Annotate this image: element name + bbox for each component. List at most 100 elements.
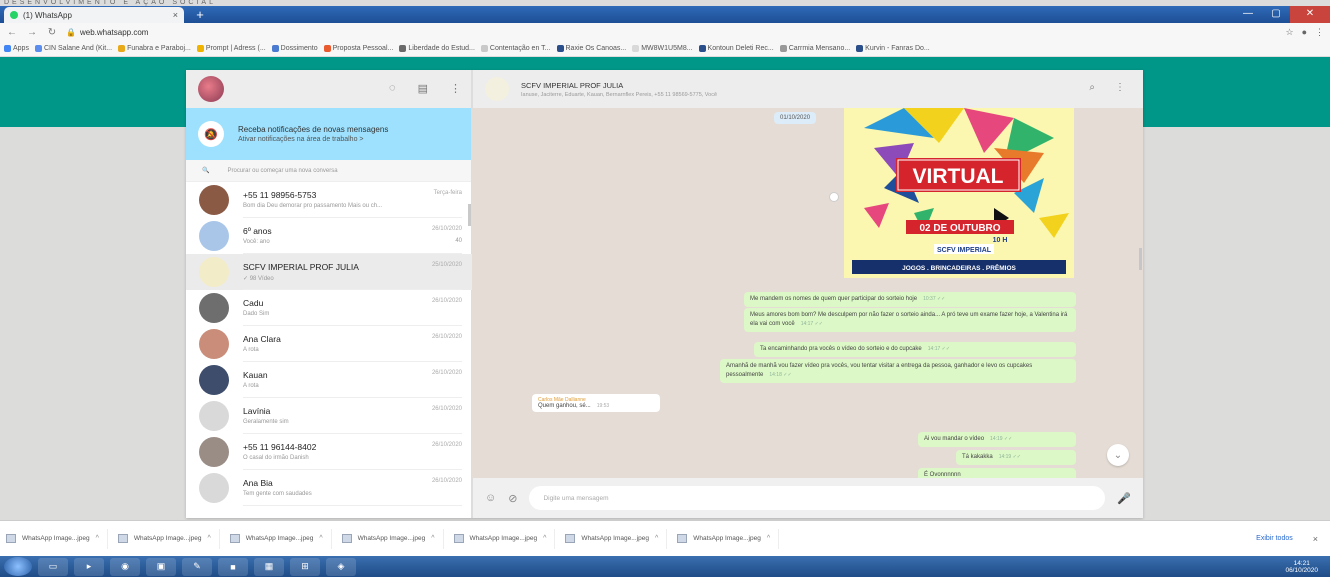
microphone-icon[interactable]: 🎤 [1117, 492, 1131, 505]
download-filename: WhatsApp Image...jpeg [245, 535, 314, 542]
taskbar-calc-icon[interactable]: ⊞ [290, 557, 320, 576]
download-item[interactable]: WhatsApp Image...jpeg ^ [229, 528, 332, 549]
bookmark-item[interactable]: Contentação en T... [480, 45, 551, 52]
scroll-down-chevron-icon[interactable]: ⌄ [1107, 444, 1129, 466]
menu-dots-icon[interactable]: ⋮ [450, 82, 461, 95]
outgoing-message[interactable]: Tá kakakka 14:19 ✓✓ [956, 450, 1076, 465]
bookmark-item[interactable]: Liberdade do Estud... [399, 45, 475, 52]
bookmark-item[interactable]: Funabra e Paraboj... [118, 45, 191, 52]
group-avatar[interactable] [485, 77, 509, 101]
bookmark-item[interactable]: Apps [4, 45, 29, 52]
chevron-up-icon[interactable]: ^ [319, 535, 322, 542]
bookmark-item[interactable]: Prompt | Adress (... [196, 45, 266, 52]
system-clock[interactable]: 14:21 06/10/2020 [1285, 560, 1326, 574]
new-tab-button[interactable]: + [192, 8, 208, 22]
chat-last-message: Tem gente com saudades [243, 491, 312, 497]
message-text: Ta encaminhando pra vocês o vídeo do sor… [760, 346, 922, 352]
minimize-icon[interactable]: — [1234, 6, 1262, 23]
chat-list-item[interactable]: Kauan A rota 26/10/2020 [186, 362, 472, 398]
back-arrow-icon[interactable]: ← [6, 27, 18, 38]
outgoing-message[interactable]: Ta encaminhando pra vocês o vídeo do sor… [754, 342, 1076, 357]
bookmark-item[interactable]: Dossimento [271, 45, 318, 52]
taskbar-paint-icon[interactable]: ✎ [182, 557, 212, 576]
chat-last-message: Dado Sim [243, 311, 270, 317]
taskbar-app2-icon[interactable]: ◈ [326, 557, 356, 576]
contact-avatar [199, 365, 229, 395]
sidebar-scrollbar[interactable] [468, 204, 471, 226]
outgoing-message[interactable]: É Ovonnnnnn [918, 468, 1076, 478]
outgoing-message[interactable]: Amanhã de manhã vou fazer vídeo pra você… [720, 359, 1076, 383]
emoji-icon[interactable]: ☺ [485, 492, 496, 504]
browser-tab-whatsapp[interactable]: (1) WhatsApp × [4, 7, 184, 23]
image-message-poster[interactable]: VIRTUAL 02 DE OUTUBRO 10 H SCFV IMPERIAL… [844, 108, 1074, 278]
start-button[interactable] [4, 557, 32, 576]
outgoing-message[interactable]: Me mandem os nomes de quem quer particip… [744, 292, 1076, 307]
chevron-up-icon[interactable]: ^ [96, 535, 99, 542]
notification-banner[interactable]: 🔕 Receba notificações de novas mensagens… [186, 108, 471, 160]
menu-dots-icon[interactable]: ⋮ [1315, 27, 1324, 38]
forward-icon[interactable] [829, 192, 839, 202]
incoming-message[interactable]: Carlos Mãe Dallianne Quem ganhou, sé... 1… [532, 394, 660, 412]
download-item[interactable]: WhatsApp Image...jpeg ^ [453, 528, 556, 549]
bookmark-item[interactable]: CIN Salane And (Kit... [34, 45, 112, 52]
chat-list-item[interactable]: +55 11 98956-5753 Bom dia Deu demorar pro… [186, 182, 472, 218]
chat-list-item[interactable]: Ana Clara A rota 26/10/2020 [186, 326, 472, 362]
taskbar-app-icon[interactable]: ■ [218, 557, 248, 576]
notification-link[interactable]: Ativar notificações na área de trabalho … [238, 136, 388, 143]
download-item[interactable]: WhatsApp Image...jpeg ^ [341, 528, 444, 549]
outgoing-message[interactable]: Meus amores bom bom? Me desculpem por nã… [744, 308, 1076, 332]
chevron-up-icon[interactable]: ^ [543, 535, 546, 542]
chat-list-item[interactable]: SCFV IMPERIAL PROF JULIA ✓ 98 Vídeo 25/10/… [186, 254, 472, 290]
taskbar-explorer-icon[interactable]: ▭ [38, 557, 68, 576]
search-icon[interactable]: ⌕ [1089, 82, 1095, 93]
taskbar-folder-icon[interactable]: ▣ [146, 557, 176, 576]
star-icon[interactable]: ☆ [1285, 27, 1293, 38]
page-background: ◌ ▤ ⋮ 🔕 Receba notificações de novas men… [0, 57, 1330, 520]
profile-icon[interactable]: ● [1302, 27, 1307, 38]
conversation-scrollbar[interactable] [1139, 248, 1142, 270]
tab-close-icon[interactable]: × [173, 10, 178, 20]
maximize-icon[interactable]: ▢ [1262, 6, 1290, 23]
my-avatar[interactable] [198, 76, 224, 102]
download-item[interactable]: WhatsApp Image...jpeg ^ [6, 528, 108, 549]
message-input[interactable]: Digite uma mensagem [529, 486, 1106, 510]
search-input[interactable]: Procurar ou começar uma nova conversa [227, 168, 337, 174]
download-item[interactable]: WhatsApp Image...jpeg ^ [677, 528, 780, 549]
chevron-up-icon[interactable]: ^ [431, 535, 434, 542]
taskbar-window-icon[interactable]: ▦ [254, 557, 284, 576]
chevron-up-icon[interactable]: ^ [767, 535, 770, 542]
chat-list-item[interactable]: Lavínia Geralamente sim 26/10/2020 [186, 398, 472, 434]
chat-list-item[interactable]: Ana Bia Tem gente com saudades 26/10/2020 [186, 470, 472, 506]
taskbar-chrome-icon[interactable]: ◉ [110, 557, 140, 576]
chat-last-message: A rota [243, 383, 259, 389]
menu-dots-icon[interactable]: ⋮ [1115, 82, 1125, 93]
chat-list-item[interactable]: +55 11 96144-8402 O casal do irmão Danish… [186, 434, 472, 470]
bookmark-favicon-icon [4, 45, 11, 52]
chat-search-bar[interactable]: 🔍 Procurar ou começar uma nova conversa [186, 160, 471, 182]
bookmark-item[interactable]: MW8W1U5M8... [632, 45, 693, 52]
new-chat-icon[interactable]: ▤ [418, 82, 428, 95]
outgoing-message[interactable]: Ai vou mandar o vídeo 14:19 ✓✓ [918, 432, 1076, 447]
chat-list-item[interactable]: 6º anos Você: ano 26/10/2020 40 [186, 218, 472, 254]
taskbar-media-icon[interactable]: ▸ [74, 557, 104, 576]
bookmark-item[interactable]: Kurvin - Fanras Do... [856, 45, 930, 52]
window-close-icon[interactable]: ✕ [1290, 6, 1330, 23]
forward-arrow-icon[interactable]: → [26, 27, 38, 38]
contact-avatar [199, 401, 229, 431]
chat-list-item[interactable]: Cadu Dado Sim 26/10/2020 [186, 290, 472, 326]
bookmark-item[interactable]: Proposta Pessoal... [323, 45, 393, 52]
status-icon[interactable]: ◌ [389, 82, 396, 95]
download-item[interactable]: WhatsApp Image...jpeg ^ [565, 528, 668, 549]
bookmark-item[interactable]: Kontoun Deleti Rec... [698, 45, 774, 52]
attach-icon[interactable]: ⊘ [508, 492, 517, 505]
conversation-header[interactable]: SCFV IMPERIAL PROF JULIA Ianuse, Jaciter… [472, 70, 1143, 108]
reload-icon[interactable]: ↻ [46, 27, 58, 38]
chevron-up-icon[interactable]: ^ [655, 535, 658, 542]
show-all-downloads-link[interactable]: Exibir todos [1256, 535, 1293, 542]
close-download-bar-icon[interactable]: × [1313, 534, 1318, 544]
download-item[interactable]: WhatsApp Image...jpeg ^ [117, 528, 220, 549]
bookmark-item[interactable]: Raxie Os Canoas... [556, 45, 626, 52]
bookmark-item[interactable]: Carrmia Mensano... [779, 45, 850, 52]
url-field[interactable]: 🔒 web.whatsapp.com [66, 28, 1277, 37]
chevron-up-icon[interactable]: ^ [207, 535, 210, 542]
